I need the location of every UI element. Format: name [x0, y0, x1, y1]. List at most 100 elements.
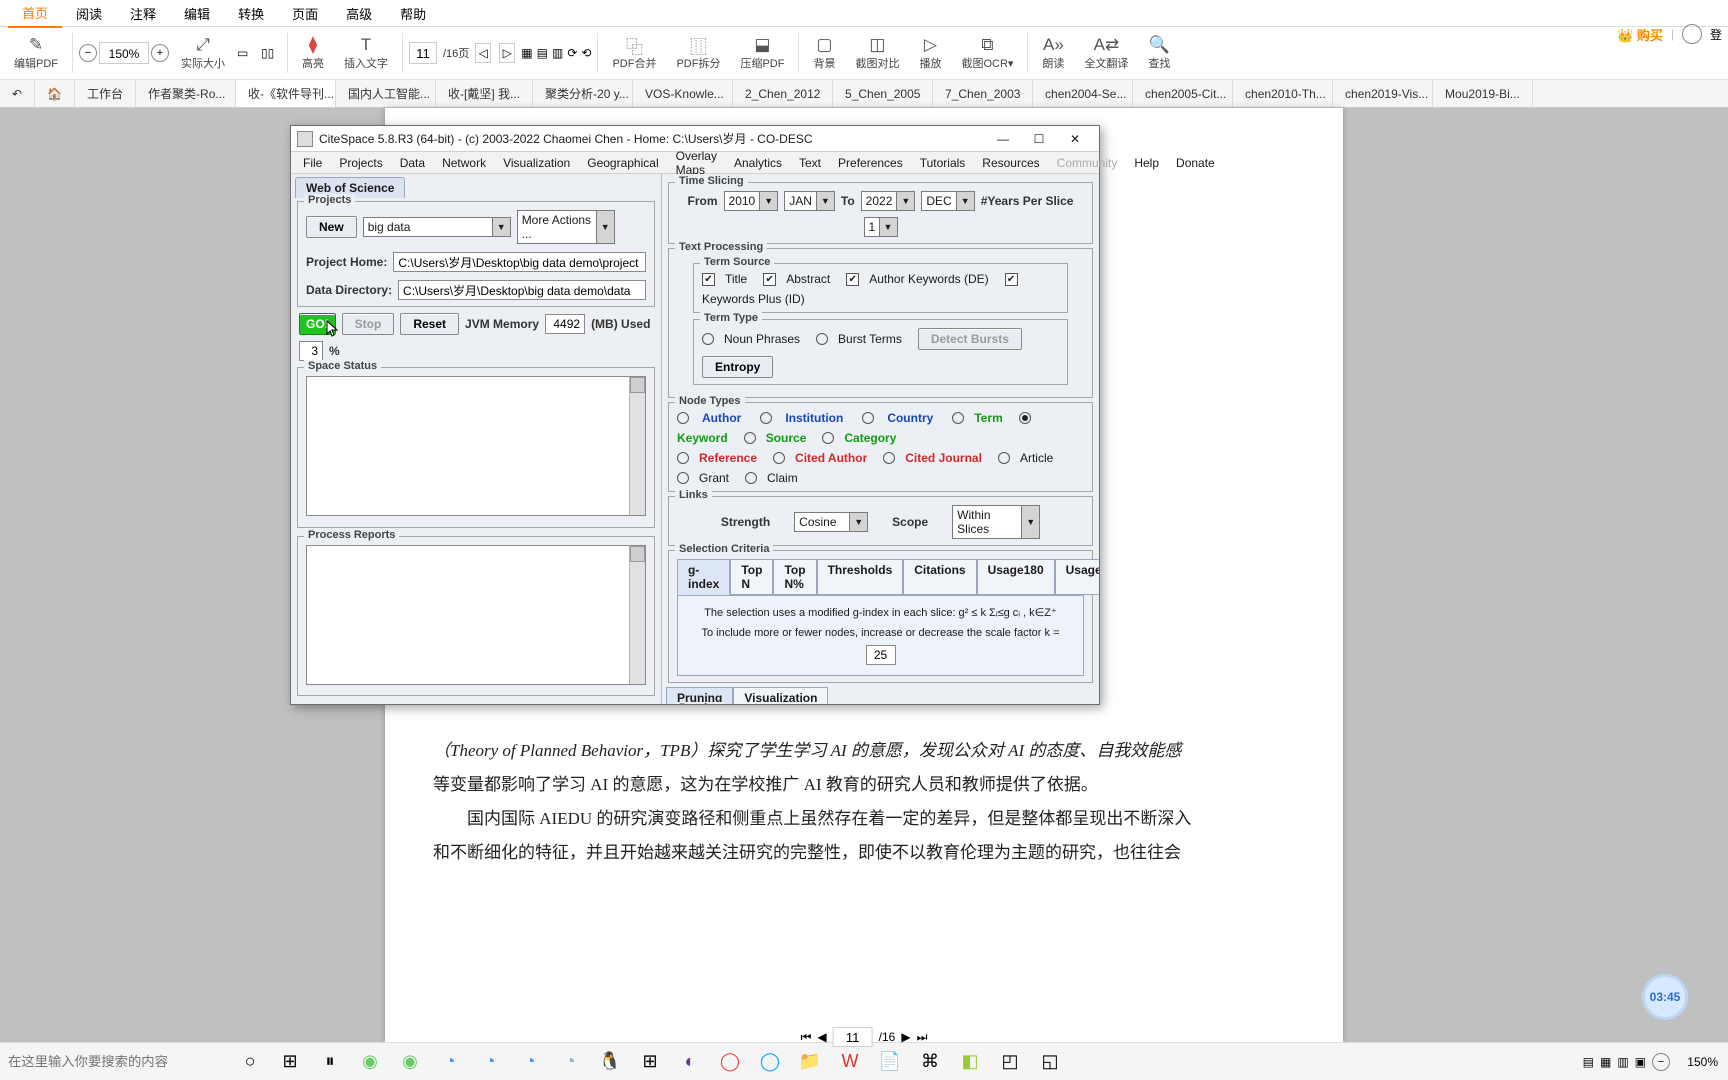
keyword-radio[interactable] — [1019, 412, 1031, 424]
cited-journal-radio[interactable] — [883, 452, 895, 464]
menu-help-cs[interactable]: Help — [1126, 154, 1167, 172]
menu-resources[interactable]: Resources — [974, 154, 1047, 172]
read-button[interactable]: A»朗读 — [1034, 33, 1072, 73]
tab-3[interactable]: 国内人工智能... — [336, 80, 436, 107]
source-radio[interactable] — [744, 432, 756, 444]
close-button[interactable]: ✕ — [1057, 128, 1093, 150]
from-year-arrow[interactable]: ▼ — [760, 191, 778, 211]
sel-tab-topn[interactable]: Top N — [730, 559, 773, 595]
strength-arrow[interactable]: ▼ — [850, 512, 868, 532]
space-status-area[interactable] — [306, 376, 646, 516]
app12-icon[interactable]: ◰ — [996, 1047, 1024, 1075]
menu-text[interactable]: Text — [791, 154, 829, 172]
scroll-up-button[interactable] — [630, 377, 645, 393]
menu-adv[interactable]: 高级 — [332, 0, 386, 27]
to-year-arrow[interactable]: ▼ — [897, 191, 915, 211]
tab-10[interactable]: chen2004-Se... — [1033, 80, 1133, 107]
yps-arrow[interactable]: ▼ — [880, 217, 898, 237]
bg-button[interactable]: ▢背景 — [805, 33, 843, 73]
find-button[interactable]: 🔍查找 — [1140, 33, 1178, 73]
chrome-icon[interactable]: ◯ — [716, 1047, 744, 1075]
grid-icon[interactable]: ▦ — [521, 46, 532, 60]
more-actions-combo[interactable]: More Actions ... — [517, 210, 597, 244]
tab-11[interactable]: chen2005-Cit... — [1133, 80, 1233, 107]
edge-icon[interactable]: ◯ — [756, 1047, 784, 1075]
zoom-value[interactable]: 150% — [99, 42, 149, 64]
layout-double-icon[interactable]: ▯▯ — [261, 46, 281, 60]
institution-radio[interactable] — [760, 412, 772, 424]
page-prev-button[interactable]: ◁ — [475, 43, 491, 63]
jvm-memory-input[interactable] — [545, 314, 585, 334]
tab-4[interactable]: 收-[戴坚] 我... — [436, 80, 533, 107]
stop-button[interactable]: Stop — [342, 313, 395, 335]
term-radio[interactable] — [952, 412, 964, 424]
minimize-button[interactable]: — — [985, 128, 1021, 150]
menu-analytics[interactable]: Analytics — [726, 154, 790, 172]
view-4-icon[interactable]: ▣ — [1635, 1055, 1646, 1069]
zoom-in-button[interactable]: + — [151, 44, 169, 62]
menu-community[interactable]: Community — [1049, 154, 1126, 172]
new-button[interactable]: New — [306, 216, 357, 238]
sel-tab-u180[interactable]: Usage180 — [977, 559, 1055, 595]
actual-size-button[interactable]: ⤢ 实际大小 — [173, 33, 233, 73]
tab-7[interactable]: 2_Chen_2012 — [733, 80, 833, 107]
to-year[interactable]: 2022 — [861, 191, 898, 211]
record-timer[interactable]: 03:45 — [1642, 974, 1688, 1020]
np-radio[interactable] — [702, 333, 714, 345]
tab-13[interactable]: chen2019-Vis... — [1333, 80, 1433, 107]
zoom-out-btn-2[interactable]: − — [1652, 1053, 1670, 1071]
sel-tab-u2013[interactable]: Usage2013 — [1055, 559, 1099, 595]
app7-icon[interactable]: ◔ — [556, 1047, 584, 1075]
to-month-arrow[interactable]: ▼ — [957, 191, 975, 211]
trans-button[interactable]: A⇄全文翻译 — [1076, 33, 1136, 73]
menu-tutorials[interactable]: Tutorials — [912, 154, 974, 172]
data-dir-input[interactable] — [398, 280, 646, 300]
tab-8[interactable]: 5_Chen_2005 — [833, 80, 933, 107]
yps-input[interactable]: 1 — [864, 217, 880, 237]
app4-icon[interactable]: ◔ — [436, 1047, 464, 1075]
split-button[interactable]: ⿲PDF拆分 — [668, 33, 728, 73]
grant-radio[interactable] — [677, 472, 689, 484]
title-check[interactable] — [702, 273, 715, 286]
highlight-button[interactable]: ⧫ 高亮 — [294, 33, 332, 73]
author-radio[interactable] — [677, 412, 689, 424]
strength-combo[interactable]: Cosine — [794, 512, 850, 532]
page-next-button[interactable]: ▷ — [499, 43, 515, 63]
from-month[interactable]: JAN — [784, 191, 817, 211]
to-month[interactable]: DEC — [921, 191, 956, 211]
menu-help[interactable]: 帮助 — [386, 0, 440, 27]
menu-preferences[interactable]: Preferences — [830, 154, 911, 172]
reference-radio[interactable] — [677, 452, 689, 464]
process-reports-area[interactable] — [306, 545, 646, 685]
menu-annot[interactable]: 注释 — [116, 0, 170, 27]
scroll-up-button-2[interactable] — [630, 546, 645, 562]
app1-icon[interactable]: ⏸ — [316, 1047, 344, 1075]
sel-tab-topnp[interactable]: Top N% — [773, 559, 816, 595]
reset-button[interactable]: Reset — [400, 313, 459, 335]
tab-5[interactable]: 聚类分析-20 y... — [533, 80, 633, 107]
app5-icon[interactable]: ◔ — [476, 1047, 504, 1075]
folder-icon[interactable]: 📁 — [796, 1047, 824, 1075]
app11-icon[interactable]: ◧ — [956, 1047, 984, 1075]
app10-icon[interactable]: ⌘ — [916, 1047, 944, 1075]
tab-6[interactable]: VOS-Knowle... — [633, 80, 733, 107]
bt-radio[interactable] — [816, 333, 828, 345]
jvm-used-input[interactable] — [299, 341, 323, 361]
detect-bursts-button[interactable]: Detect Bursts — [918, 328, 1022, 350]
sel-tab-thresh[interactable]: Thresholds — [817, 559, 904, 595]
view-3-icon[interactable]: ▥ — [1617, 1055, 1628, 1069]
project-combo[interactable]: big data — [363, 217, 493, 237]
tab-0[interactable]: 工作台 — [75, 80, 136, 107]
app2-icon[interactable]: ◉ — [356, 1047, 384, 1075]
login-text[interactable]: 登 — [1710, 26, 1722, 43]
tab-9[interactable]: 7_Chen_2003 — [933, 80, 1033, 107]
app13-icon[interactable]: ◱ — [1036, 1047, 1064, 1075]
more-actions-arrow[interactable]: ▼ — [597, 210, 615, 244]
tab-12[interactable]: chen2010-Th... — [1233, 80, 1333, 107]
pdf-icon[interactable]: 📄 — [876, 1047, 904, 1075]
menu-read[interactable]: 阅读 — [62, 0, 116, 27]
view-2-icon[interactable]: ▦ — [1600, 1055, 1611, 1069]
taskview-icon[interactable]: ⊞ — [276, 1047, 304, 1075]
from-month-arrow[interactable]: ▼ — [817, 191, 835, 211]
go-button[interactable]: GO! — [299, 313, 336, 335]
